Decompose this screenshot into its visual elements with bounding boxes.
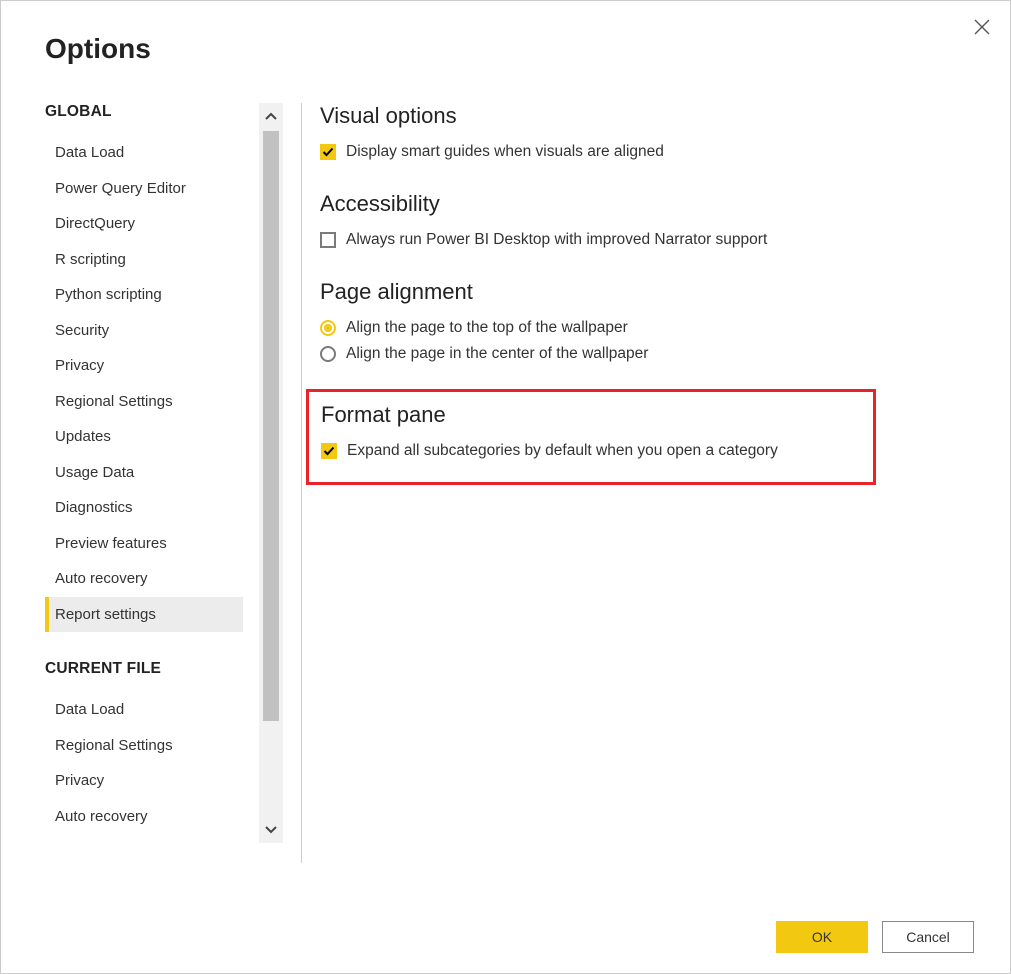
- scroll-thumb[interactable]: [263, 131, 279, 721]
- sidebar-item-report-settings[interactable]: Report settings: [45, 597, 243, 633]
- sidebar-item-usage-data[interactable]: Usage Data: [45, 455, 245, 491]
- content-pane: Visual options Display smart guides when…: [320, 103, 1010, 973]
- vertical-divider: [301, 103, 302, 863]
- dialog-footer: OK Cancel: [776, 921, 974, 953]
- scroll-track[interactable]: [259, 131, 283, 815]
- sidebar-item-privacy[interactable]: Privacy: [45, 348, 245, 384]
- ok-button[interactable]: OK: [776, 921, 868, 953]
- sidebar-section-global: GLOBAL: [45, 103, 245, 121]
- sidebar-item-cf-regional-settings[interactable]: Regional Settings: [45, 728, 245, 764]
- label-narrator: Always run Power BI Desktop with improve…: [346, 231, 767, 249]
- radio-align-top[interactable]: [320, 320, 336, 336]
- sidebar-item-cf-privacy[interactable]: Privacy: [45, 763, 245, 799]
- checkbox-smart-guides[interactable]: [320, 144, 336, 160]
- group-accessibility: Accessibility Always run Power BI Deskto…: [320, 191, 970, 253]
- label-expand-subcategories: Expand all subcategories by default when…: [347, 442, 778, 460]
- label-smart-guides: Display smart guides when visuals are al…: [346, 143, 664, 161]
- sidebar-item-auto-recovery[interactable]: Auto recovery: [45, 561, 245, 597]
- group-title-page-alignment: Page alignment: [320, 279, 970, 305]
- scroll-up-button[interactable]: [259, 103, 283, 131]
- close-button[interactable]: [970, 15, 994, 39]
- sidebar-item-python-scripting[interactable]: Python scripting: [45, 277, 245, 313]
- group-page-alignment: Page alignment Align the page to the top…: [320, 279, 970, 367]
- checkbox-expand-subcategories[interactable]: [321, 443, 337, 459]
- radio-align-center[interactable]: [320, 346, 336, 362]
- sidebar-item-preview-features[interactable]: Preview features: [45, 526, 245, 562]
- sidebar-section-current-file: CURRENT FILE: [45, 660, 245, 678]
- sidebar-scrollbar[interactable]: [259, 103, 283, 843]
- cancel-button[interactable]: Cancel: [882, 921, 974, 953]
- group-title-accessibility: Accessibility: [320, 191, 970, 217]
- group-visual-options: Visual options Display smart guides when…: [320, 103, 970, 165]
- group-title-format-pane: Format pane: [321, 402, 861, 428]
- sidebar-item-power-query-editor[interactable]: Power Query Editor: [45, 171, 245, 207]
- options-dialog: Options GLOBAL Data Load Power Query Edi…: [1, 1, 1010, 973]
- label-align-top: Align the page to the top of the wallpap…: [346, 319, 628, 337]
- scroll-down-button[interactable]: [259, 815, 283, 843]
- check-icon: [323, 445, 335, 457]
- chevron-down-icon: [264, 822, 278, 836]
- chevron-up-icon: [264, 110, 278, 124]
- sidebar-item-directquery[interactable]: DirectQuery: [45, 206, 245, 242]
- label-align-center: Align the page in the center of the wall…: [346, 345, 648, 363]
- sidebar-item-cf-auto-recovery[interactable]: Auto recovery: [45, 799, 245, 835]
- checkbox-narrator[interactable]: [320, 232, 336, 248]
- sidebar-item-security[interactable]: Security: [45, 313, 245, 349]
- sidebar: GLOBAL Data Load Power Query Editor Dire…: [45, 103, 283, 863]
- sidebar-item-updates[interactable]: Updates: [45, 419, 245, 455]
- sidebar-item-diagnostics[interactable]: Diagnostics: [45, 490, 245, 526]
- sidebar-item-regional-settings[interactable]: Regional Settings: [45, 384, 245, 420]
- check-icon: [322, 146, 334, 158]
- close-icon: [974, 19, 990, 35]
- sidebar-item-r-scripting[interactable]: R scripting: [45, 242, 245, 278]
- highlight-format-pane: Format pane Expand all subcategories by …: [306, 389, 876, 485]
- group-title-visual-options: Visual options: [320, 103, 970, 129]
- sidebar-item-cf-data-load[interactable]: Data Load: [45, 692, 245, 728]
- dialog-title: Options: [1, 1, 1010, 65]
- sidebar-item-data-load[interactable]: Data Load: [45, 135, 245, 171]
